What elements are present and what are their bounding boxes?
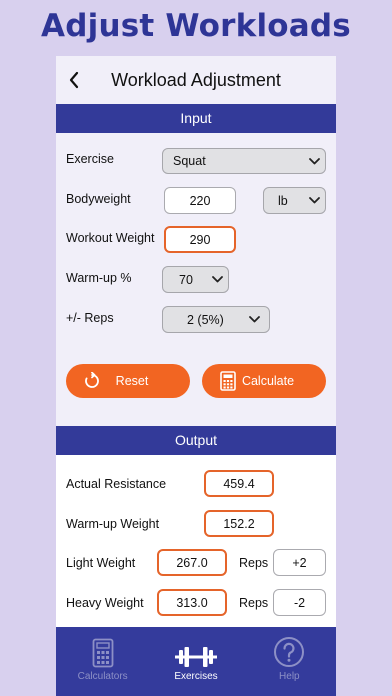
reset-label: Reset xyxy=(115,374,149,388)
calculator-icon xyxy=(92,627,114,671)
calculate-label: Calculate xyxy=(241,374,295,388)
reps-select[interactable]: 2 (5%) xyxy=(162,306,270,333)
tab-label: Help xyxy=(279,671,300,682)
barbell-icon xyxy=(174,627,217,671)
heavy-weight-value: 313.0 xyxy=(157,589,227,616)
light-weight-value: 267.0 xyxy=(157,549,227,576)
chevron-down-icon xyxy=(206,276,228,283)
tab-calculators[interactable]: Calculators xyxy=(56,627,149,696)
nav-bar: Workload Adjustment xyxy=(56,56,336,104)
refresh-icon xyxy=(80,369,104,393)
warmup-weight-label: Warm-up Weight xyxy=(66,517,160,531)
reset-button[interactable]: Reset xyxy=(66,364,190,398)
chevron-down-icon xyxy=(239,316,269,323)
warmup-pct-label: Warm-up % xyxy=(66,271,132,285)
warmup-pct-select[interactable]: 70 xyxy=(162,266,229,293)
workout-weight-label: Workout Weight xyxy=(66,231,155,245)
workout-weight-field[interactable]: 290 xyxy=(164,226,236,253)
reps-label: +/- Reps xyxy=(66,311,114,325)
reps-value: 2 (5%) xyxy=(187,312,224,327)
actual-resistance-label: Actual Resistance xyxy=(66,477,167,491)
promo-title: Adjust Workloads xyxy=(41,8,351,44)
heavy-reps-label: Reps xyxy=(239,596,269,610)
bodyweight-label: Bodyweight xyxy=(66,192,131,206)
exercise-value: Squat xyxy=(173,154,206,168)
bodyweight-field[interactable]: 220 xyxy=(164,187,236,214)
tab-exercises[interactable]: Exercises xyxy=(149,627,242,696)
tab-help[interactable]: Help xyxy=(243,627,336,696)
unit-value: lb xyxy=(278,193,288,208)
warmup-weight-value: 152.2 xyxy=(204,510,274,537)
input-section-header: Input xyxy=(56,104,336,133)
chevron-down-icon xyxy=(303,157,325,165)
actual-resistance-value: 459.4 xyxy=(204,470,274,497)
output-panel: Actual Resistance 459.4 Warm-up Weight 1… xyxy=(56,455,336,626)
back-button[interactable] xyxy=(62,66,86,94)
light-reps-label: Reps xyxy=(239,556,269,570)
tab-label: Calculators xyxy=(77,671,128,682)
chevron-left-icon xyxy=(69,71,79,89)
exercise-label: Exercise xyxy=(66,152,114,166)
app-screen: Workload Adjustment Input Exercise Squat… xyxy=(56,56,336,696)
light-reps-value: +2 xyxy=(273,549,326,576)
calculate-button[interactable]: Calculate xyxy=(202,364,326,398)
light-weight-label: Light Weight xyxy=(66,556,136,570)
warmup-pct-value: 70 xyxy=(179,272,193,287)
input-panel: Exercise Squat Bodyweight 220 lb Workout… xyxy=(56,133,336,426)
help-icon xyxy=(273,627,305,671)
unit-select[interactable]: lb xyxy=(263,187,326,214)
chevron-down-icon xyxy=(303,197,325,204)
heavy-reps-value: -2 xyxy=(273,589,326,616)
exercise-select[interactable]: Squat xyxy=(162,148,326,174)
page-title: Workload Adjustment xyxy=(111,69,281,90)
output-section-header: Output xyxy=(56,426,336,455)
heavy-weight-label: Heavy Weight xyxy=(66,596,144,610)
calculator-icon xyxy=(216,369,240,393)
tab-bar: Calculators Exercises Help xyxy=(56,627,336,696)
tab-label: Exercises xyxy=(174,671,218,682)
